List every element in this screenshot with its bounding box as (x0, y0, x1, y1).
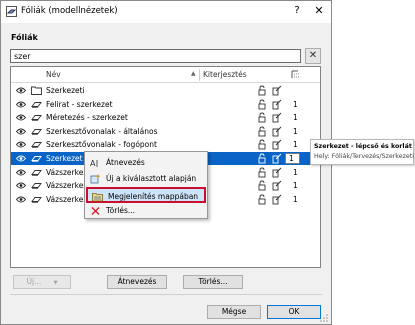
visibility-eye-icon[interactable] (16, 114, 26, 121)
wireframe-mode-icon[interactable] (272, 112, 282, 123)
wireframe-mode-icon[interactable] (272, 194, 282, 205)
layer-name: Méretezés - szerkezet (46, 113, 128, 123)
lock-icon[interactable] (257, 139, 267, 150)
layer-icon (31, 183, 42, 190)
folder-icon (31, 86, 42, 95)
visibility-eye-icon[interactable] (16, 155, 26, 162)
intersection-group-number[interactable]: 1 (293, 195, 298, 204)
help-button[interactable]: ? (290, 4, 304, 18)
svg-text:A: A (90, 159, 96, 168)
layer-icon (31, 156, 42, 162)
title-bar: Fóliák (modellnézetek) ? ✕ (1, 1, 331, 23)
layer-name: Szerkezeti (46, 86, 85, 95)
clear-search-button[interactable]: ✕ (305, 48, 321, 64)
show-in-folder-icon (92, 193, 103, 202)
context-menu-item[interactable]: Új a kiválasztott alapján (86, 171, 206, 187)
context-menu: A Átnevezés Új a kiválasztott alapján Megje… (84, 151, 208, 219)
wireframe-mode-icon[interactable] (272, 153, 282, 164)
layer-name: Szerkesztővonalak - fogópont (46, 140, 157, 150)
window-title: Fóliák (modellnézetek) (21, 6, 118, 16)
rename-icon: A (90, 159, 98, 168)
layer-name: Szerkesztővonalak - általános (46, 126, 158, 136)
footer-divider (10, 294, 322, 295)
layer-icon (31, 196, 42, 203)
intersection-group-number[interactable]: 1 (293, 113, 298, 122)
new-button-label: Új... (26, 277, 42, 286)
context-menu-item-label: Új a kiválasztott alapján (106, 174, 197, 183)
layer-icon (31, 128, 42, 135)
layer-tooltip: Szerkezet - lépcső és korlát Hely: Fóliá… (310, 139, 414, 165)
context-menu-item-label: Megjelenítés mappában (108, 192, 199, 201)
visibility-eye-icon[interactable] (16, 128, 26, 135)
layer-row[interactable]: Szerkesztővonalak - fogópont 1 (11, 138, 320, 151)
resize-grip-icon[interactable] (319, 313, 329, 323)
intersection-group-field[interactable]: 1 (285, 153, 300, 164)
sort-indicator-icon: ▲ (191, 70, 196, 77)
wireframe-mode-icon[interactable] (272, 167, 282, 178)
dropdown-arrow-icon: ▼ (53, 280, 58, 286)
lock-icon[interactable] (257, 85, 267, 96)
layer-icon (31, 101, 42, 108)
intersection-group-number[interactable]: 1 (293, 181, 298, 190)
close-button[interactable]: ✕ (312, 4, 326, 18)
visibility-eye-icon[interactable] (16, 196, 26, 203)
rename-button[interactable]: Átnevezés (107, 275, 167, 289)
context-menu-item-label: Törlés... (106, 206, 136, 215)
column-header-extension[interactable]: Kiterjesztés (203, 70, 247, 79)
column-separator[interactable] (199, 69, 200, 81)
tooltip-title: Szerkezet - lépcső és korlát (314, 143, 412, 150)
search-input[interactable]: szer (10, 49, 301, 63)
wireframe-mode-icon[interactable] (272, 139, 282, 150)
ok-button[interactable]: OK (267, 305, 321, 319)
layers-app-icon (6, 6, 17, 17)
tooltip-path: Hely: Fóliák/Tervezés/Szerkezeti (314, 153, 415, 160)
new-button[interactable]: Új... ▼ (13, 275, 71, 289)
delete-button[interactable]: Törlés... (183, 275, 243, 289)
delete-x-icon (91, 207, 100, 215)
intersection-group-number[interactable]: 1 (293, 127, 298, 136)
layer-row[interactable]: Méretezés - szerkezet 1 (11, 111, 320, 124)
layer-icon (31, 142, 42, 149)
lock-icon[interactable] (257, 112, 267, 123)
layer-row[interactable]: Felirat - szerkezet 1 (11, 98, 320, 111)
intersection-group-number[interactable]: 1 (293, 168, 298, 177)
new-from-selected-icon (90, 174, 100, 184)
visibility-eye-icon[interactable] (16, 87, 26, 94)
visibility-eye-icon[interactable] (16, 141, 26, 148)
lock-icon[interactable] (257, 194, 267, 205)
column-header-name[interactable]: Név (46, 70, 61, 79)
lock-icon[interactable] (257, 167, 267, 178)
lock-icon[interactable] (257, 99, 267, 110)
lock-icon[interactable] (257, 153, 267, 164)
wireframe-mode-icon[interactable] (272, 99, 282, 110)
layer-icon (31, 169, 42, 176)
visibility-eye-icon[interactable] (16, 182, 26, 189)
intersection-group-number[interactable]: 1 (293, 140, 298, 149)
visibility-eye-icon[interactable] (16, 169, 26, 176)
context-menu-item[interactable]: A Átnevezés (86, 155, 206, 171)
context-menu-item[interactable]: Megjelenítés mappában (86, 187, 206, 203)
intersection-group-icon (291, 70, 300, 78)
visibility-eye-icon[interactable] (16, 101, 26, 108)
wireframe-mode-icon[interactable] (272, 85, 282, 96)
layer-row[interactable]: Szerkesztővonalak - általános 1 (11, 125, 320, 138)
wireframe-mode-icon[interactable] (272, 180, 282, 191)
section-label: Fóliák (11, 33, 38, 42)
layer-name: Felirat - szerkezet (46, 99, 113, 109)
context-menu-item-label: Átnevezés (106, 158, 145, 167)
wireframe-mode-icon[interactable] (272, 126, 282, 137)
lock-icon[interactable] (257, 180, 267, 191)
context-menu-item[interactable]: Törlés... (86, 203, 206, 219)
list-header: Név ▲ Kiterjesztés (11, 67, 320, 83)
layer-row[interactable]: Szerkezeti (11, 84, 320, 97)
layer-icon (31, 115, 42, 122)
intersection-group-number[interactable]: 1 (293, 100, 298, 109)
cancel-button[interactable]: Mégse (207, 305, 261, 319)
lock-icon[interactable] (257, 126, 267, 137)
